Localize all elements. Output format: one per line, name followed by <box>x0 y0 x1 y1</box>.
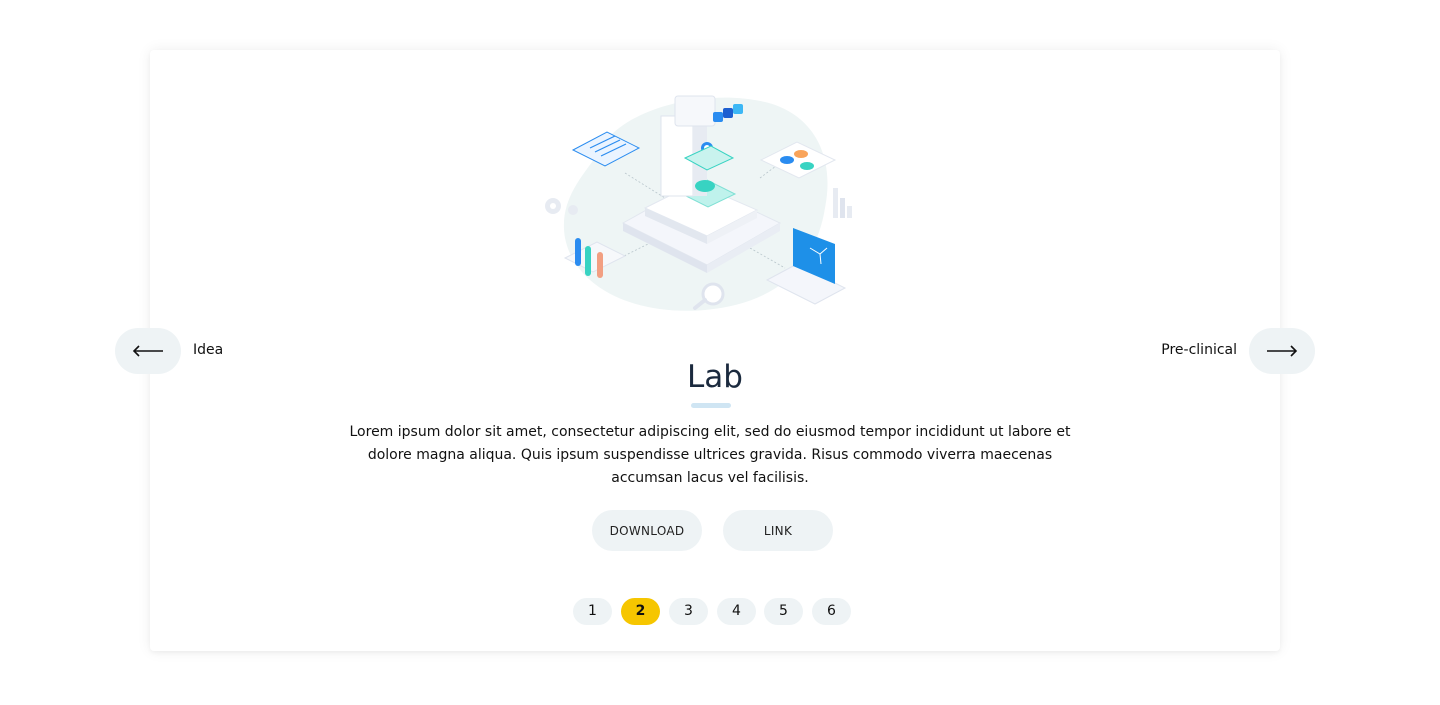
page-5-button[interactable]: 5 <box>764 598 803 625</box>
lab-microscope-illustration <box>545 95 852 311</box>
title-underline <box>691 403 731 408</box>
page-4-button[interactable]: 4 <box>717 598 756 625</box>
step-title: Lab <box>687 359 743 395</box>
download-button[interactable]: DOWNLOAD <box>592 510 702 551</box>
link-button[interactable]: LINK <box>723 510 833 551</box>
page: Idea Pre-clinical Lab Lorem ipsum dolor … <box>0 0 1440 705</box>
page-3-button[interactable]: 3 <box>669 598 708 625</box>
page-1-button[interactable]: 1 <box>573 598 612 625</box>
page-6-button[interactable]: 6 <box>812 598 851 625</box>
page-2-button[interactable]: 2 <box>621 598 660 625</box>
step-description: Lorem ipsum dolor sit amet, consectetur … <box>349 424 1071 486</box>
